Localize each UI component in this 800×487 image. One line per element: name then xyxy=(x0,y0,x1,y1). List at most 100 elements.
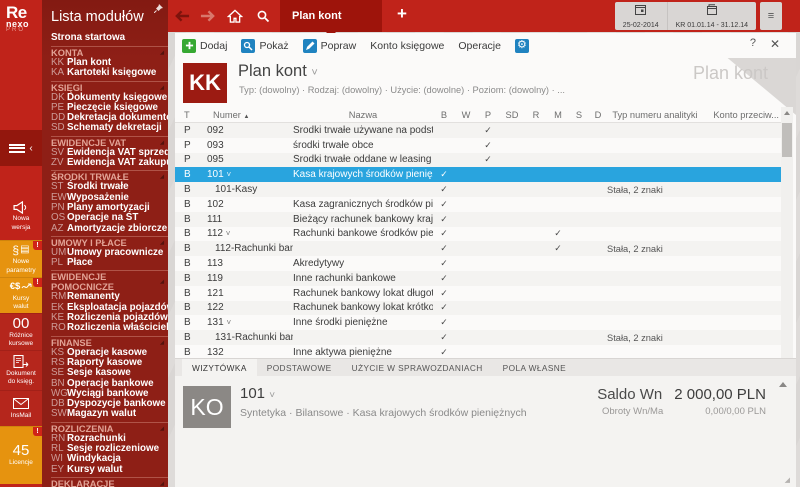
rail-item-licencje[interactable]: 45Licencje! xyxy=(0,426,42,484)
sidebar-item-ro[interactable]: RORozliczenia właścicielskie xyxy=(51,323,168,333)
sidebar-item-sw[interactable]: SWMagazyn walut xyxy=(51,409,168,419)
collapse-triangle-icon: ◢ xyxy=(160,85,164,91)
resize-handle-icon[interactable]: ◢ xyxy=(785,476,790,484)
rail-item-nowa-wersja[interactable]: Nowawersja xyxy=(0,192,42,240)
table-row-131[interactable]: B131 ˅Inne środki pieniężne✓ xyxy=(175,315,783,330)
col-header-w[interactable]: W xyxy=(455,110,477,120)
table-row-093[interactable]: P093środki trwałe obce✓ xyxy=(175,138,783,153)
col-header-sd[interactable]: SD xyxy=(499,110,525,120)
rail-item-roznice-kursowe[interactable]: 00Różnicekursowe xyxy=(0,313,42,350)
sidebar-item-label: Sesje kasowe xyxy=(67,368,131,378)
expand-icon[interactable]: ˅ xyxy=(226,318,231,327)
sidebar-item-sd[interactable]: SDSchematy dekretacji xyxy=(51,123,168,133)
overflow-menu-icon[interactable]: ≡ xyxy=(760,2,782,30)
rail-item-kursy-walut[interactable]: €$Kursywalut! xyxy=(0,277,42,313)
sidebar-group-header[interactable]: FINANSE◢ xyxy=(51,336,168,348)
col-header-d[interactable]: D xyxy=(589,110,607,120)
popraw-button[interactable]: Popraw xyxy=(303,39,357,53)
vertical-scrollbar[interactable] xyxy=(781,107,793,389)
col-header-typ[interactable]: Typ numeru analityki xyxy=(607,110,703,120)
operacje-button[interactable]: Operacje xyxy=(458,40,501,52)
col-header-nazwa[interactable]: Nazwa xyxy=(293,110,433,120)
tab-wizytówka[interactable]: WIZYTÓWKA xyxy=(182,359,257,376)
table-row-113[interactable]: B113Akredytywy✓ xyxy=(175,256,783,271)
table-row-101[interactable]: B101 ˅Kasa krajowych środków pieniężnych… xyxy=(175,167,783,182)
col-header-s[interactable]: S xyxy=(569,110,589,120)
col-header-t[interactable]: T xyxy=(175,110,200,120)
table-row-131-Rachunki-bankowe[interactable]: B131-Rachunki bankowe✓Stała, 2 znaki xyxy=(175,330,783,345)
view-watermark: Plan kont xyxy=(693,63,768,84)
dodaj-button[interactable]: Dodaj xyxy=(182,39,227,53)
sidebar-item-ka[interactable]: KAKartoteki księgowe xyxy=(51,68,168,78)
table-row-119[interactable]: B119Inne rachunki bankowe✓ xyxy=(175,271,783,286)
table-row-092[interactable]: P092Środki trwałe używane na podstawie..… xyxy=(175,123,783,138)
rail-item-nowe-parametry[interactable]: §▤Noweparametry! xyxy=(0,240,42,277)
expand-icon[interactable]: ˅ xyxy=(226,229,231,238)
sidebar-item-strona-startowa[interactable]: Strona startowa xyxy=(42,31,168,44)
table-row-095[interactable]: P095Środki trwałe oddane w leasing finan… xyxy=(175,153,783,168)
tab-użycie-w-sprawozdaniach[interactable]: UŻYCIE W SPRAWOZDANIACH xyxy=(342,359,493,376)
current-date-selector[interactable]: 25-02-2014 xyxy=(615,2,667,30)
scrollbar-thumb[interactable] xyxy=(782,123,792,157)
sidebar-group-header[interactable]: ROZLICZENIA◢ xyxy=(51,422,168,434)
table-row-112[interactable]: B112 ˅Rachunki bankowe środków pieniężn.… xyxy=(175,227,783,242)
logo-line3: PRO xyxy=(6,28,42,33)
table-row-112-Rachunki-bankowe[interactable]: B112-Rachunki bankowe✓✓Stała, 2 znaki xyxy=(175,241,783,256)
modules-sidebar: Lista modułów Strona startowa KONTA◢KKPl… xyxy=(42,0,168,487)
tab-podstawowe[interactable]: PODSTAWOWE xyxy=(257,359,342,376)
search-icon[interactable] xyxy=(252,7,274,25)
period-selector[interactable]: KR 01.01.14 - 31.12.14 xyxy=(667,2,756,30)
sidebar-item-zv[interactable]: ZVEwidencja VAT zakupu xyxy=(51,158,168,168)
col-header-b[interactable]: B xyxy=(433,110,455,120)
sidebar-item-se[interactable]: SESesje kasowe xyxy=(51,368,168,378)
scroll-up-icon[interactable] xyxy=(784,111,790,115)
collapse-panel-icon[interactable] xyxy=(779,382,787,387)
rail-item-dokument-do-ksieg[interactable]: Dokumentdo księg. xyxy=(0,350,42,390)
modules-list-button[interactable]: ‹ xyxy=(0,130,42,166)
home-icon[interactable] xyxy=(224,7,246,25)
table-row-111[interactable]: B111Bieżący rachunek bankowy krajowyc...… xyxy=(175,212,783,227)
sidebar-item-label: Rozliczenia właścicielskie xyxy=(67,323,168,333)
col-header-r[interactable]: R xyxy=(525,110,547,120)
tab-pola-własne[interactable]: POLA WŁASNE xyxy=(493,359,576,376)
expand-icon[interactable]: ˅ xyxy=(226,170,231,179)
col-header-numer[interactable]: Numer ▲ xyxy=(200,110,293,120)
toolbar-button-label: Operacje xyxy=(458,40,501,52)
sidebar-item-pl[interactable]: PLPłace xyxy=(51,258,168,268)
plus-icon xyxy=(182,39,196,53)
col-header-m[interactable]: M xyxy=(547,110,569,120)
table-row-121[interactable]: B121Rachunek bankowy lokat długotermi...… xyxy=(175,286,783,301)
help-button[interactable]: ? xyxy=(750,37,756,49)
cell-check-b: ✓ xyxy=(433,258,455,269)
view-title-text: Plan kont xyxy=(238,62,307,80)
sidebar-item-ey[interactable]: EYKursy walut xyxy=(51,465,168,475)
account-number-dropdown[interactable]: 101 ˅ xyxy=(240,385,275,402)
tab-plan-kont[interactable]: Plan kont xyxy=(280,0,382,32)
rail-item-insmail[interactable]: InsMail xyxy=(0,390,42,426)
sidebar-group-header[interactable]: EWIDENCJE POMOCNICZE◢ xyxy=(51,270,168,292)
table-header-row[interactable]: TNumer ▲NazwaBWPSDRMSDTyp numeru anality… xyxy=(175,107,783,123)
new-tab-button[interactable]: + xyxy=(392,4,412,24)
view-title-dropdown[interactable]: Plan kont ˅ xyxy=(238,62,318,81)
back-icon[interactable] xyxy=(171,7,193,25)
table-row-102[interactable]: B102Kasa zagranicznych środków pienięż..… xyxy=(175,197,783,212)
konto-księgowe-button[interactable]: Konto księgowe xyxy=(370,40,444,52)
period-calendar-icon xyxy=(706,4,717,15)
pokaż-button[interactable]: Pokaż xyxy=(241,39,288,53)
table-row-101-Kasy[interactable]: B101-Kasy✓Stała, 2 znaki xyxy=(175,182,783,197)
sidebar-item-az[interactable]: AZAmortyzacje zbiorcze xyxy=(51,224,168,234)
col-header-konto[interactable]: Konto przeciw... xyxy=(703,110,783,120)
calendar-icon xyxy=(635,4,646,15)
sidebar-group-header[interactable]: DEKLARACJE◢ xyxy=(51,477,168,487)
col-header-p[interactable]: P xyxy=(477,110,499,120)
close-view-button[interactable]: ✕ xyxy=(770,37,780,51)
filter-summary[interactable]: Typ: (dowolny) · Rodzaj: (dowolny) · Uży… xyxy=(239,85,565,95)
pin-icon[interactable] xyxy=(154,4,163,13)
gear-button[interactable]: ⚙ xyxy=(515,39,529,53)
forward-icon[interactable] xyxy=(196,7,218,25)
cell-numer: 122 xyxy=(200,302,293,313)
app-logo[interactable]: Re nexo PRO xyxy=(0,0,42,34)
table-row-122[interactable]: B122Rachunek bankowy lokat krótkoterm...… xyxy=(175,301,783,316)
sidebar-group-header[interactable]: EWIDENCJE VAT◢ xyxy=(51,136,168,148)
sidebar-group-header[interactable]: KSIĘGI◢ xyxy=(51,81,168,93)
